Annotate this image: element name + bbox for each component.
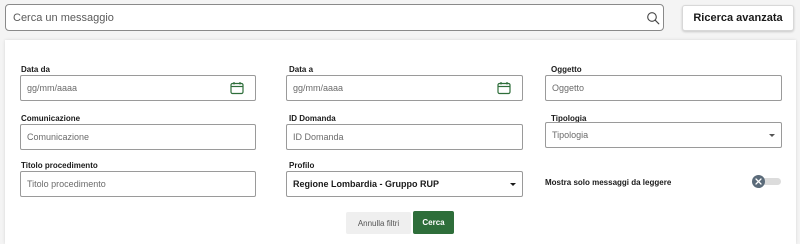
toggle-knob[interactable] (752, 175, 765, 188)
comunicazione-input[interactable] (27, 125, 226, 149)
profilo-select[interactable]: Regione Lombardia - Gruppo RUP (286, 171, 523, 197)
comunicazione-label: Comunicazione (21, 114, 81, 123)
id-domanda-input[interactable] (293, 125, 493, 149)
data-da-field[interactable] (20, 75, 256, 101)
search-button[interactable]: Cerca (413, 211, 454, 234)
titolo-procedimento-label: Titolo procedimento (21, 161, 98, 170)
advanced-search-button[interactable]: Ricerca avanzata (682, 5, 794, 31)
tipologia-placeholder: Tipologia (552, 130, 589, 140)
data-a-label: Data a (289, 65, 314, 74)
chevron-down-icon[interactable] (769, 134, 775, 137)
tipologia-select[interactable]: Tipologia (545, 122, 782, 148)
data-a-input[interactable] (293, 76, 493, 100)
profilo-selected-value: Regione Lombardia - Gruppo RUP (293, 179, 440, 189)
titolo-procedimento-field[interactable] (20, 171, 256, 197)
oggetto-field[interactable] (545, 75, 782, 101)
data-da-input[interactable] (27, 76, 226, 100)
reset-filters-button[interactable]: Annulla filtri (346, 212, 411, 234)
calendar-icon[interactable] (230, 81, 244, 95)
message-search-bar (5, 4, 664, 31)
data-da-label: Data da (21, 65, 50, 74)
id-domanda-field[interactable] (286, 124, 523, 150)
unread-only-toggle[interactable] (752, 175, 781, 188)
profilo-label: Profilo (289, 161, 315, 170)
calendar-icon[interactable] (497, 81, 511, 95)
comunicazione-field[interactable] (20, 124, 256, 150)
message-search-input[interactable] (13, 5, 623, 30)
data-a-field[interactable] (286, 75, 523, 101)
id-domanda-label: ID Domanda (289, 114, 336, 123)
titolo-procedimento-input[interactable] (27, 172, 226, 196)
oggetto-label: Oggetto (551, 65, 582, 74)
oggetto-input[interactable] (552, 76, 752, 100)
close-icon (755, 178, 762, 185)
search-icon[interactable] (646, 11, 660, 25)
chevron-down-icon[interactable] (510, 183, 516, 186)
unread-only-label: Mostra solo messaggi da leggere (545, 178, 672, 187)
